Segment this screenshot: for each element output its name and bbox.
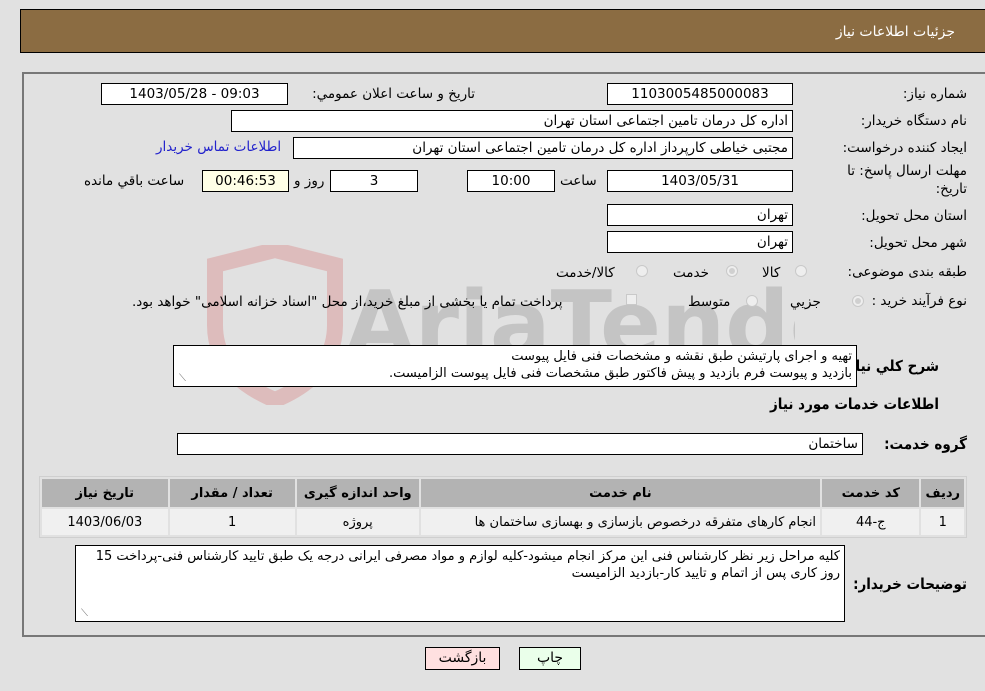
category-option-goods-service: کالا/خدمت bbox=[556, 265, 615, 281]
deadline-label-line2: تاریخ: bbox=[935, 181, 967, 197]
deadline-label-line1: مهلت ارسال پاسخ: تا bbox=[847, 163, 967, 179]
announce-datetime-label: تاریخ و ساعت اعلان عمومي: bbox=[312, 86, 475, 102]
category-option-service: خدمت bbox=[673, 265, 709, 281]
purchase-type-radio-minor[interactable] bbox=[852, 295, 864, 307]
page-title: جزئیات اطلاعات نیاز bbox=[835, 24, 955, 40]
category-radio-service[interactable] bbox=[726, 265, 738, 277]
back-button[interactable]: بازگشت bbox=[425, 647, 500, 670]
purchase-type-label: نوع فرآیند خرید : bbox=[871, 293, 967, 309]
need-number-label: شماره نیاز: bbox=[902, 86, 967, 102]
services-section-title: اطلاعات خدمات مورد نياز bbox=[770, 395, 939, 413]
table-header-row: رديف کد خدمت نام خدمت واحد اندازه گیری ت… bbox=[42, 479, 964, 507]
remaining-days-field: 3 bbox=[330, 170, 418, 192]
category-option-goods: کالا bbox=[762, 265, 781, 281]
print-button[interactable]: چاپ bbox=[519, 647, 581, 670]
service-group-field: ساختمان bbox=[177, 433, 863, 455]
buyer-notes-label: توضیحات خریدار: bbox=[853, 575, 967, 593]
requester-field: مجتبی خیاطی کارپرداز اداره کل درمان تامی… bbox=[293, 137, 793, 159]
deadline-time-field: 10:00 bbox=[467, 170, 555, 192]
treasury-note: پرداخت تمام یا بخشی از مبلغ خرید،از محل … bbox=[132, 294, 563, 310]
col-header-row-number: رديف bbox=[921, 479, 964, 507]
category-label: طبقه بندی موضوعی: bbox=[847, 264, 967, 280]
purchase-type-option-minor: جزيي bbox=[790, 294, 821, 310]
service-group-label: گروه خدمت: bbox=[884, 435, 967, 453]
cell-service-name: انجام کارهای متفرقه درخصوص بازسازی و بهس… bbox=[420, 509, 821, 535]
col-header-unit: واحد اندازه گیری bbox=[296, 479, 419, 507]
need-number-field: 1103005485000083 bbox=[607, 83, 793, 105]
table-row: 1 ج-44 انجام کارهای متفرقه درخصوص بازساز… bbox=[42, 509, 964, 535]
purchase-type-radio-medium[interactable] bbox=[746, 295, 758, 307]
requester-label: ایجاد کننده درخواست: bbox=[842, 140, 967, 156]
buyer-org-label: نام دستگاه خریدار: bbox=[860, 113, 967, 129]
remaining-time-label: ساعت باقي مانده bbox=[84, 173, 185, 189]
delivery-city-label: شهر محل تحویل: bbox=[869, 235, 967, 251]
resize-grip-icon[interactable]: ⟋ bbox=[176, 374, 186, 384]
cell-quantity: 1 bbox=[169, 509, 295, 535]
cell-service-code: ج-44 bbox=[822, 509, 920, 535]
col-header-quantity: تعداد / مقدار bbox=[169, 479, 295, 507]
services-table: رديف کد خدمت نام خدمت واحد اندازه گیری ت… bbox=[39, 476, 967, 538]
deadline-date-field: 1403/05/31 bbox=[607, 170, 793, 192]
category-radio-goods-service[interactable] bbox=[636, 265, 648, 277]
buyer-contact-link[interactable]: اطلاعات تماس خریدار bbox=[156, 139, 281, 155]
resize-grip-icon[interactable]: ⟋ bbox=[78, 609, 88, 619]
general-description-line1: تهیه و اجرای پارتیشن طبق نقشه و مشخصات ف… bbox=[511, 349, 852, 364]
col-header-service-code: کد خدمت bbox=[822, 479, 920, 507]
page-header: جزئیات اطلاعات نیاز bbox=[20, 9, 985, 53]
buyer-notes-text: کلیه مراحل زیر نظر کارشناس فنی این مرکز … bbox=[95, 549, 840, 581]
category-radio-goods[interactable] bbox=[795, 265, 807, 277]
col-header-need-date: تاریخ نیاز bbox=[42, 479, 168, 507]
cell-row-number: 1 bbox=[921, 509, 964, 535]
buyer-org-field: اداره کل درمان تامین اجتماعی استان تهران bbox=[231, 110, 793, 132]
buyer-notes-textarea[interactable]: کلیه مراحل زیر نظر کارشناس فنی این مرکز … bbox=[75, 545, 845, 622]
purchase-type-option-medium: متوسط bbox=[688, 294, 731, 310]
general-description-textarea[interactable]: تهیه و اجرای پارتیشن طبق نقشه و مشخصات ف… bbox=[173, 345, 857, 387]
delivery-province-field: تهران bbox=[607, 204, 793, 226]
cell-unit: پروژه bbox=[296, 509, 419, 535]
delivery-province-label: استان محل تحویل: bbox=[861, 208, 967, 224]
remaining-time-field: 00:46:53 bbox=[202, 170, 289, 192]
treasury-checkbox[interactable] bbox=[626, 294, 637, 305]
days-label: روز و bbox=[294, 173, 325, 189]
general-description-line2: بازدید و پیوست فرم بازدید و پیش فاکتور ط… bbox=[389, 366, 852, 381]
delivery-city-field: تهران bbox=[607, 231, 793, 253]
announce-datetime-field: 1403/05/28 - 09:03 bbox=[101, 83, 288, 105]
cell-need-date: 1403/06/03 bbox=[42, 509, 168, 535]
deadline-time-label: ساعت bbox=[560, 173, 597, 189]
col-header-service-name: نام خدمت bbox=[420, 479, 821, 507]
